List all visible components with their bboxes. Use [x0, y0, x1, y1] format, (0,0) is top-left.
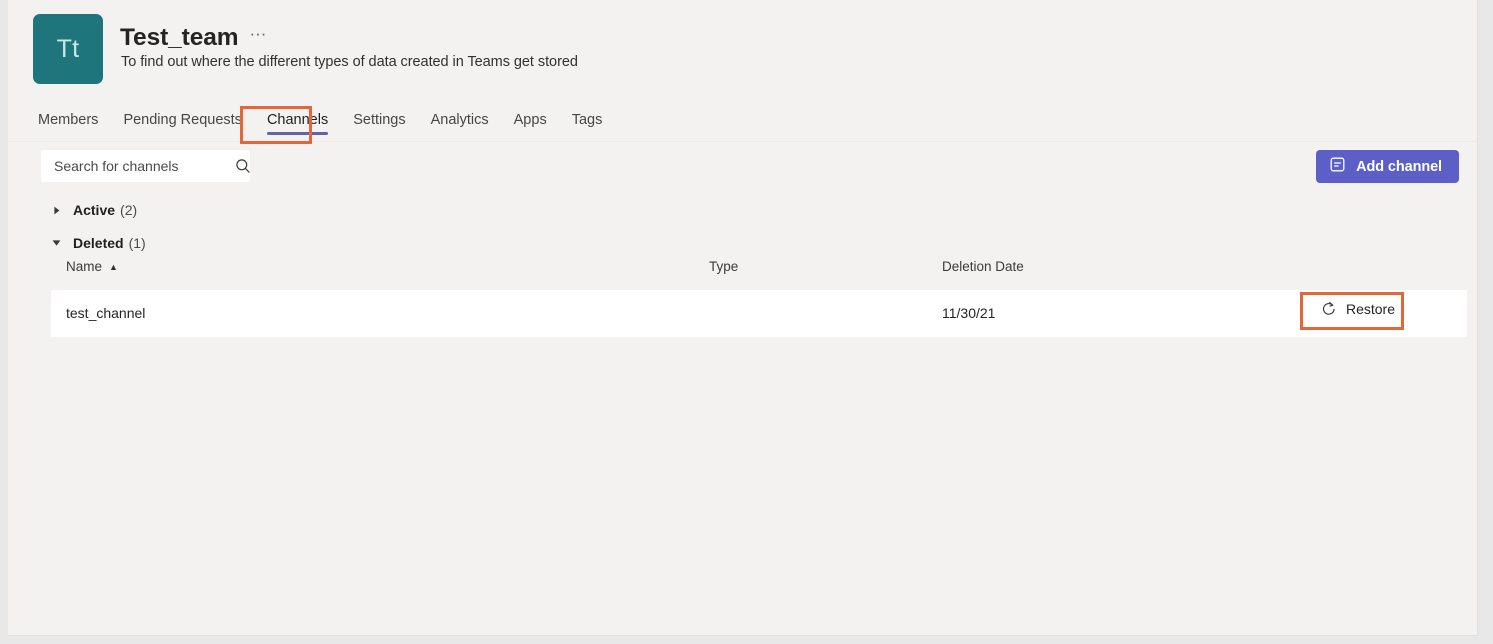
tab-apps[interactable]: Apps	[514, 106, 547, 138]
avatar: Tt	[33, 14, 103, 84]
team-description: To find out where the different types of…	[121, 54, 578, 70]
sort-ascending-icon: ▲	[109, 262, 118, 272]
tab-pending-requests[interactable]: Pending Requests	[123, 106, 242, 138]
column-header-type[interactable]: Type	[709, 259, 738, 274]
restore-button[interactable]: Restore	[1315, 295, 1401, 323]
tab-members[interactable]: Members	[38, 106, 98, 138]
column-header-deletion-date[interactable]: Deletion Date	[942, 259, 1024, 274]
search-box[interactable]	[41, 150, 250, 182]
column-header-name-label: Name	[66, 259, 102, 274]
chevron-down-icon[interactable]	[52, 239, 61, 248]
cell-channel-name: test_channel	[66, 305, 145, 321]
add-channel-button[interactable]: Add channel	[1316, 150, 1459, 183]
group-count-deleted: (1)	[129, 235, 146, 251]
group-label-deleted: Deleted	[73, 235, 124, 251]
group-header-active[interactable]: Active (2)	[52, 202, 137, 218]
add-channel-label: Add channel	[1356, 159, 1442, 175]
restore-label: Restore	[1346, 301, 1395, 317]
team-header: Tt Test_team ··· To find out where the d…	[8, 0, 1477, 100]
table-row[interactable]: test_channel 11/30/21 Restore	[51, 290, 1467, 337]
table-header-row: Name ▲ Type Deletion Date	[51, 255, 1467, 279]
restore-icon	[1321, 301, 1337, 317]
more-options-icon[interactable]: ···	[247, 29, 268, 47]
cell-deletion-date: 11/30/21	[942, 305, 995, 321]
group-header-deleted[interactable]: Deleted (1)	[52, 235, 146, 251]
tab-analytics[interactable]: Analytics	[431, 106, 489, 138]
channel-icon	[1329, 156, 1346, 177]
tab-tags[interactable]: Tags	[572, 106, 603, 138]
tab-channels[interactable]: Channels	[267, 106, 328, 138]
page-title: Test_team	[120, 24, 238, 52]
team-management-page: Tt Test_team ··· To find out where the d…	[8, 0, 1478, 636]
search-input[interactable]	[41, 150, 235, 182]
group-count-active: (2)	[120, 202, 137, 218]
team-title-row: Test_team ···	[120, 24, 268, 52]
group-label-active: Active	[73, 202, 115, 218]
search-icon[interactable]	[235, 158, 251, 174]
tab-bar: Members Pending Requests Channels Settin…	[8, 106, 1477, 142]
column-header-name[interactable]: Name ▲	[66, 259, 118, 274]
chevron-right-icon[interactable]	[52, 206, 61, 215]
deleted-channels-table: Name ▲ Type Deletion Date test_channel 1…	[51, 255, 1467, 337]
tab-settings[interactable]: Settings	[353, 106, 405, 138]
